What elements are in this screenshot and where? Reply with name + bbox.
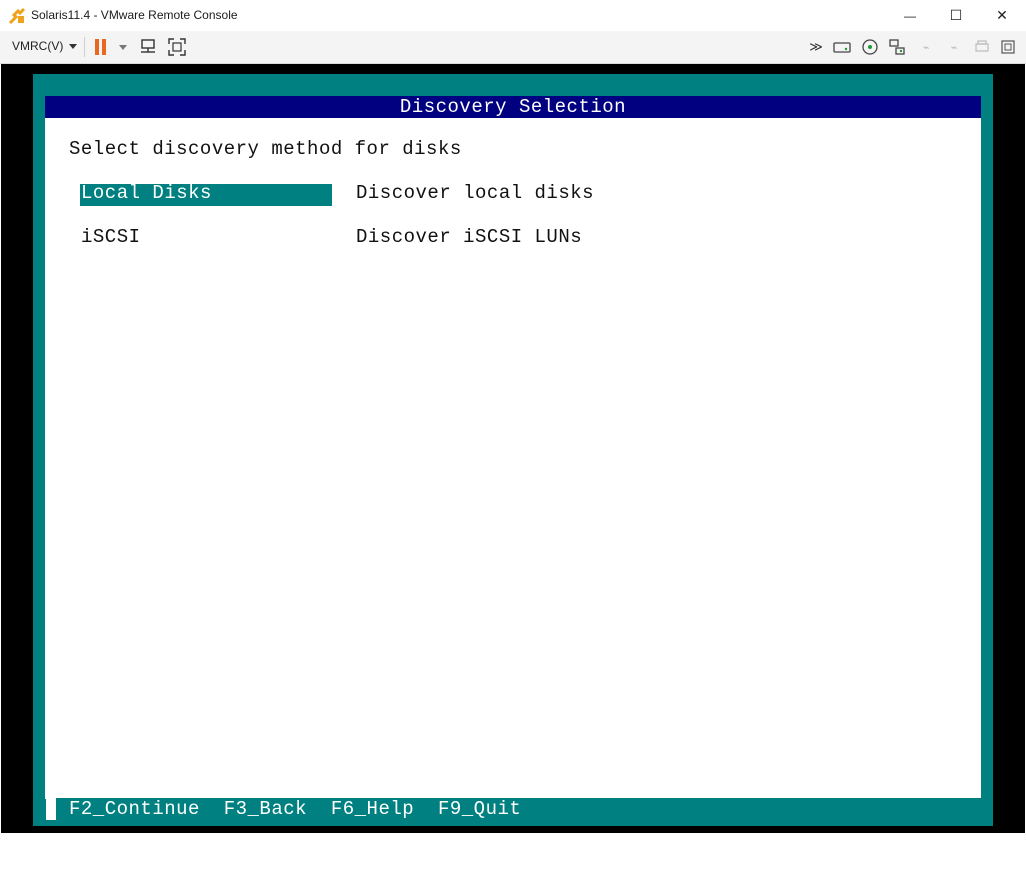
hard-disk-button[interactable] (832, 37, 852, 57)
option-local-disks-description: Discover local disks (356, 182, 595, 204)
power-menu-dropdown[interactable] (113, 37, 133, 57)
double-chevron-right-icon: ≫ (809, 39, 823, 54)
network-adapter-button[interactable] (887, 37, 907, 57)
chevron-down-icon (119, 44, 127, 50)
pause-button[interactable] (91, 37, 111, 57)
pause-icon (95, 39, 106, 55)
option-local-disks[interactable]: Local Disks (81, 182, 212, 204)
usb-device-button: ⌁ (916, 37, 936, 57)
more-devices-button[interactable]: ≫ (806, 37, 826, 57)
sound-disabled-icon: ⌁ (950, 41, 958, 54)
fit-guest-button[interactable] (998, 37, 1018, 57)
maximize-icon: ☐ (949, 7, 963, 23)
close-icon: ✕ (996, 7, 1008, 23)
option-iscsi[interactable]: iSCSI (81, 226, 141, 248)
minimize-button[interactable]: — (887, 0, 933, 31)
usb-disabled-icon: ⌁ (922, 41, 930, 54)
send-ctrl-alt-del-button[interactable] (138, 37, 158, 57)
vmrc-toolbar: VMRC(V) ≫ ⌁ ⌁ (0, 31, 1026, 64)
screen-header: Discovery Selection (45, 96, 981, 118)
text-cursor (46, 798, 56, 820)
function-key-legend: F2_Continue F3_Back F6_Help F9_Quit (69, 798, 522, 820)
installer-frame: Discovery Selection Select discovery met… (33, 74, 993, 826)
vmrc-menu-button[interactable]: VMRC(V) (12, 39, 78, 53)
fullscreen-button[interactable] (167, 37, 187, 57)
installer-screen: Discovery Selection Select discovery met… (45, 96, 981, 799)
fullscreen-icon (168, 38, 186, 56)
close-button[interactable]: ✕ (979, 0, 1025, 31)
chevron-down-icon (69, 43, 78, 49)
sound-device-button: ⌁ (944, 37, 964, 57)
vmware-remote-console-icon (8, 7, 26, 25)
printer-button (972, 37, 992, 57)
toolbar-divider (84, 37, 85, 57)
vmrc-menu-label: VMRC(V) (12, 39, 64, 53)
maximize-button[interactable]: ☐ (933, 0, 979, 31)
printer-icon (975, 40, 989, 52)
minimize-icon: — (904, 8, 916, 23)
option-iscsi-description: Discover iSCSI LUNs (356, 226, 583, 248)
discovery-prompt: Select discovery method for disks (69, 138, 462, 160)
cd-dvd-button[interactable] (860, 37, 880, 57)
network-computer-icon (141, 39, 155, 53)
function-key-bar: F2_Continue F3_Back F6_Help F9_Quit (46, 798, 993, 820)
cd-dvd-icon (862, 39, 878, 55)
window-title: Solaris11.4 - VMware Remote Console (31, 8, 238, 22)
hard-disk-icon (833, 42, 851, 53)
window-titlebar: Solaris11.4 - VMware Remote Console — ☐ … (0, 0, 1026, 31)
network-adapter-icon (889, 39, 905, 55)
fit-window-icon (1001, 40, 1015, 54)
vm-console[interactable]: Discovery Selection Select discovery met… (1, 64, 1025, 833)
